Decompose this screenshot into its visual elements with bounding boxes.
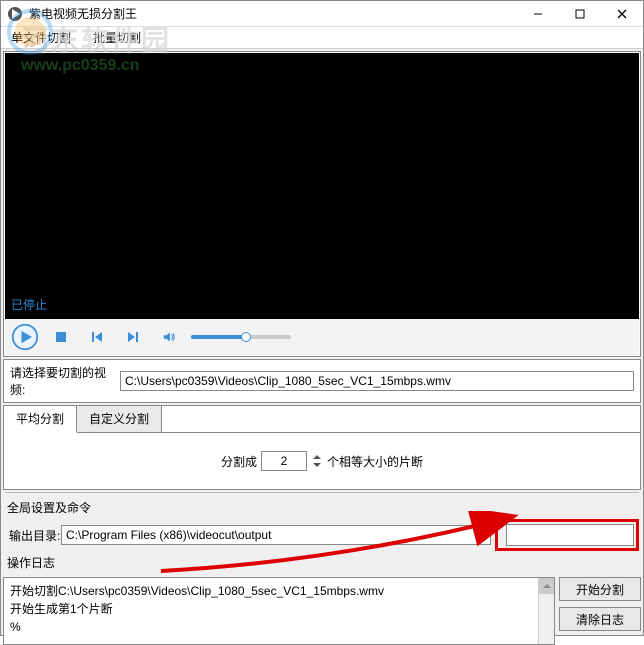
tab-average-split[interactable]: 平均分割 [4, 406, 77, 433]
output-dir-input[interactable] [61, 525, 491, 545]
split-count-label-right: 个相等大小的片断 [327, 453, 423, 470]
close-icon [616, 8, 628, 20]
maximize-icon [575, 9, 585, 19]
play-icon [11, 323, 39, 351]
stop-button[interactable] [47, 323, 75, 351]
chevron-up-icon [311, 452, 323, 461]
next-button[interactable] [119, 323, 147, 351]
log-scrollbar[interactable] [538, 578, 554, 644]
split-count-label-left: 分割成 [221, 453, 257, 470]
chevron-down-icon [311, 461, 323, 470]
maximize-button[interactable] [559, 1, 601, 26]
minimize-icon [533, 9, 543, 19]
log-line: 开始切割C:\Users\pc0359\Videos\Clip_1080_5se… [10, 582, 548, 600]
close-button[interactable] [601, 1, 643, 26]
app-icon [7, 6, 23, 22]
scroll-up-icon[interactable] [539, 578, 554, 594]
select-video-label: 请选择要切割的视频: [10, 364, 120, 398]
split-count-input[interactable] [261, 451, 307, 471]
video-status-label: 已停止 [11, 296, 47, 313]
minimize-button[interactable] [517, 1, 559, 26]
log-textarea[interactable]: 开始切割C:\Users\pc0359\Videos\Clip_1080_5se… [3, 577, 555, 645]
next-icon [126, 330, 140, 344]
video-preview[interactable]: 已停止 [5, 53, 639, 319]
play-button[interactable] [11, 323, 39, 351]
log-label: 操作日志 [1, 550, 643, 575]
prev-button[interactable] [83, 323, 111, 351]
stop-icon [54, 330, 68, 344]
window-title: 紫电视频无损分割王 [29, 5, 517, 22]
volume-icon [162, 330, 176, 344]
output-dir-label: 输出目录: [3, 527, 61, 544]
clear-log-button[interactable]: 清除日志 [559, 607, 641, 631]
spinner-up-icon[interactable] [311, 452, 323, 470]
log-line: 开始生成第1个片断 [10, 600, 548, 618]
volume-slider[interactable] [191, 335, 291, 339]
start-split-button[interactable]: 开始分割 [559, 577, 641, 601]
select-video-input[interactable] [120, 371, 634, 391]
global-section-label: 全局设置及命令 [1, 495, 643, 520]
menu-batch-cut[interactable]: 批量切割 [89, 27, 145, 48]
volume-button[interactable] [155, 323, 183, 351]
output-dir-browse[interactable] [506, 524, 634, 546]
menu-single-file-cut[interactable]: 单文件切割 [7, 27, 75, 48]
prev-icon [90, 330, 104, 344]
tab-custom-split[interactable]: 自定义分割 [77, 406, 162, 432]
log-line: % [10, 618, 548, 636]
annotation-highlight-box [495, 519, 639, 551]
